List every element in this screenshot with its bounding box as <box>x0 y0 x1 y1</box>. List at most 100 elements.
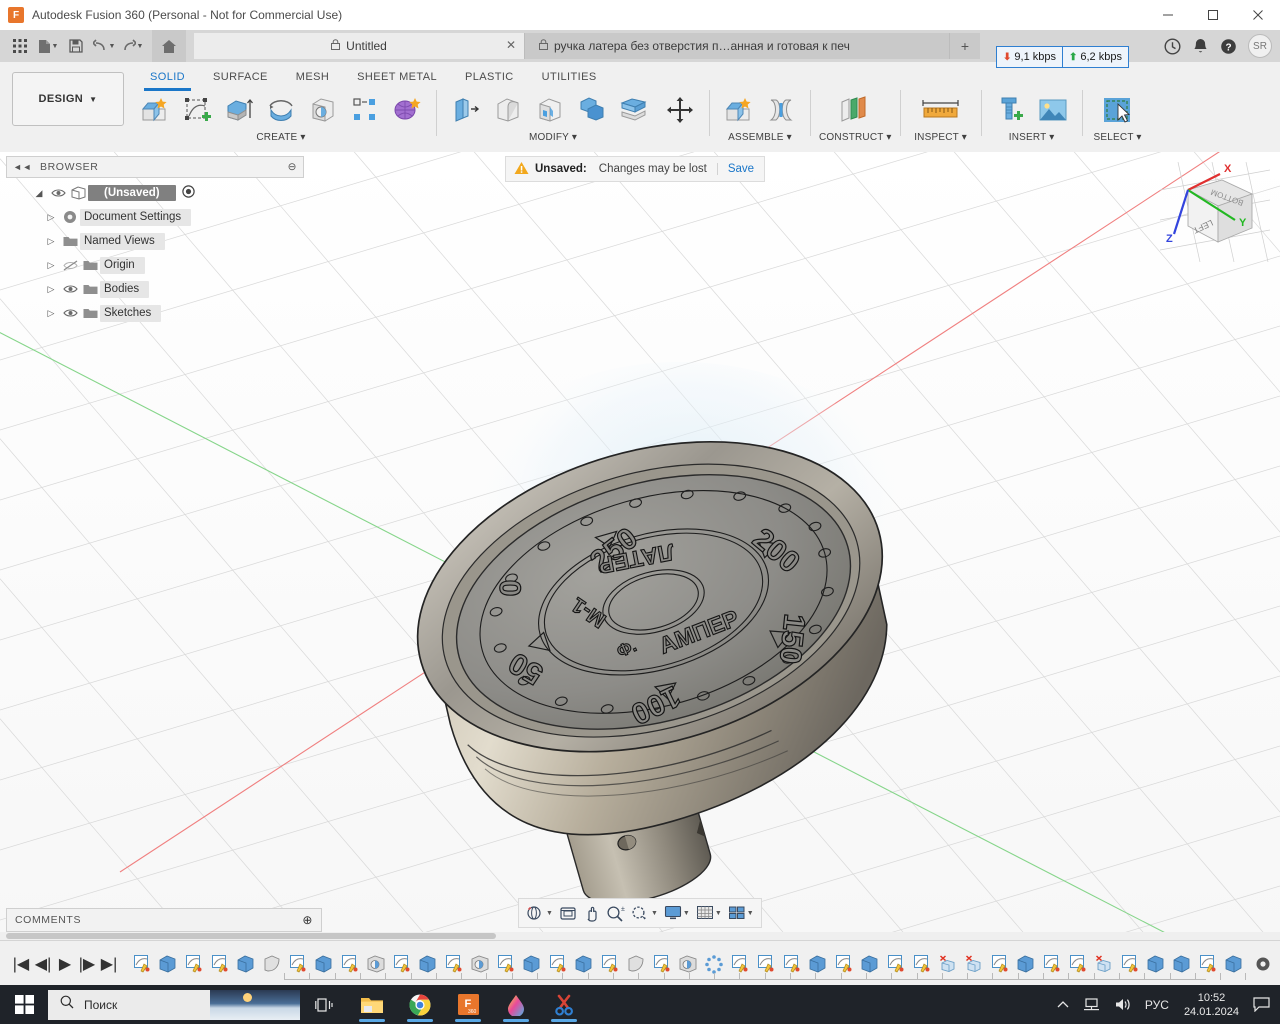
insert-mcmaster-icon[interactable] <box>990 90 1032 130</box>
timeline-feature-sketch[interactable] <box>182 951 206 977</box>
view-cube[interactable]: BOTTOM LEFT X Y Z <box>1159 161 1271 263</box>
pan-icon[interactable] <box>580 901 603 925</box>
expand-arrow-icon[interactable]: ▷ <box>42 284 60 295</box>
avatar[interactable]: SR <box>1248 34 1272 58</box>
tab-plastic[interactable]: PLASTIC <box>451 66 528 88</box>
new-component-assemble-icon[interactable] <box>718 90 760 130</box>
network-speed-widget[interactable]: ⬇ 9,1 kbps ⬆ 6,2 kbps <box>996 46 1129 68</box>
close-tab-icon[interactable]: ✕ <box>506 38 516 52</box>
language-indicator[interactable]: РУС <box>1138 998 1176 1012</box>
zoom-icon[interactable]: ± <box>603 901 628 925</box>
tree-item-document-settings[interactable]: ▷ Document Settings <box>6 205 304 229</box>
comments-panel[interactable]: COMMENTS ⊕ <box>6 908 322 932</box>
expand-arrow-icon[interactable]: ▷ <box>42 236 60 247</box>
save-link[interactable]: Save <box>718 163 764 175</box>
select-panel-label[interactable]: SELECT ▾ <box>1094 132 1142 143</box>
construct-panel-label[interactable]: CONSTRUCT ▾ <box>819 132 892 143</box>
select-icon[interactable] <box>1091 90 1145 130</box>
add-comment-icon[interactable]: ⊕ <box>302 913 313 927</box>
timeline-feature-extrude[interactable] <box>1222 951 1246 977</box>
volume-icon[interactable] <box>1107 997 1138 1012</box>
fusion360-icon[interactable]: F 360 <box>444 985 492 1024</box>
tree-item-unsaved[interactable]: ◢ (Unsaved) <box>6 181 304 205</box>
tab-solid[interactable]: SOLID <box>136 66 199 91</box>
create-panel-label[interactable]: CREATE ▾ <box>256 132 305 143</box>
tree-item-named-views[interactable]: ▷ Named Views <box>6 229 304 253</box>
activate-component-radio[interactable] <box>181 185 195 201</box>
extrude-icon[interactable] <box>218 90 260 130</box>
timeline-step-forward-button[interactable]: |▶ <box>76 950 98 978</box>
home-button[interactable] <box>152 30 186 62</box>
tab-sheet-metal[interactable]: SHEET METAL <box>343 66 451 88</box>
rectangular-pattern-icon[interactable] <box>344 90 386 130</box>
press-pull-icon[interactable] <box>445 90 487 130</box>
joint-icon[interactable] <box>760 90 802 130</box>
file-explorer-icon[interactable] <box>348 985 396 1024</box>
tab-utilities[interactable]: UTILITIES <box>528 66 611 88</box>
shell-icon[interactable] <box>529 90 571 130</box>
visibility-eye-icon[interactable] <box>48 188 68 198</box>
collapse-browser-icon[interactable]: ◄◄ <box>13 162 32 172</box>
assemble-panel-label[interactable]: ASSEMBLE ▾ <box>728 132 792 143</box>
minimize-button[interactable] <box>1145 0 1190 30</box>
browser-minimize-icon[interactable]: ⊖ <box>288 161 297 173</box>
snipping-tool-icon[interactable] <box>540 985 588 1024</box>
display-settings-icon[interactable]: ▼ <box>661 901 693 925</box>
task-view-icon[interactable] <box>300 985 348 1024</box>
expand-arrow-icon[interactable]: ◢ <box>30 188 48 199</box>
fillet-icon[interactable] <box>487 90 529 130</box>
insert-canvas-icon[interactable] <box>1032 90 1074 130</box>
timeline-begin-button[interactable]: |◀ <box>10 950 32 978</box>
google-chrome-icon[interactable] <box>396 985 444 1024</box>
timeline-settings-icon[interactable] <box>1246 956 1280 972</box>
3d-viewport[interactable]: 250 200 150 100 50 0 ЛАТЕР М-1 Ф. АМПЕР <box>0 152 1280 940</box>
action-center-icon[interactable] <box>1247 997 1280 1012</box>
grid-snaps-icon[interactable]: ▼ <box>693 901 725 925</box>
look-at-icon[interactable] <box>556 901 580 925</box>
timeline-feature-sketch[interactable] <box>208 951 232 977</box>
tray-chevron-icon[interactable] <box>1050 1000 1076 1009</box>
undo-icon[interactable]: ▼ <box>90 33 118 59</box>
visibility-eye-off-icon[interactable] <box>60 260 80 271</box>
clock[interactable]: 10:52 24.01.2024 <box>1176 991 1247 1019</box>
timeline-scrollbar[interactable] <box>0 932 1280 940</box>
visibility-eye-icon[interactable] <box>60 308 80 318</box>
network-icon[interactable] <box>1076 997 1107 1012</box>
timeline-feature-fillet[interactable] <box>260 951 284 977</box>
close-button[interactable] <box>1235 0 1280 30</box>
save-icon[interactable] <box>62 33 90 59</box>
recent-activity-icon[interactable] <box>1158 31 1186 61</box>
expand-arrow-icon[interactable]: ▷ <box>42 260 60 271</box>
paint3d-icon[interactable] <box>492 985 540 1024</box>
timeline-play-button[interactable]: ▶ <box>54 950 76 978</box>
zoom-window-icon[interactable]: ▼ <box>628 901 661 925</box>
viewports-icon[interactable]: ▼ <box>725 901 757 925</box>
hole-icon[interactable] <box>302 90 344 130</box>
modify-panel-label[interactable]: MODIFY ▾ <box>529 132 577 143</box>
timeline-end-button[interactable]: ▶| <box>98 950 120 978</box>
timeline-feature-extrude[interactable] <box>156 951 180 977</box>
tree-item-origin[interactable]: ▷ Origin <box>6 253 304 277</box>
redo-icon[interactable]: ▼ <box>118 33 146 59</box>
new-tab-button[interactable]: + <box>950 33 980 59</box>
new-component-icon[interactable] <box>134 90 176 130</box>
timeline-scrollbar-thumb[interactable] <box>6 933 496 939</box>
timeline-feature-sketch[interactable] <box>130 951 154 977</box>
design-workspace-button[interactable]: DESIGN ▼ <box>12 72 124 126</box>
orbit-icon[interactable]: ▼ <box>523 901 556 925</box>
tree-item-sketches[interactable]: ▷ Sketches <box>6 301 304 325</box>
revolve-icon[interactable] <box>260 90 302 130</box>
tab-surface[interactable]: SURFACE <box>199 66 282 88</box>
insert-panel-label[interactable]: INSERT ▾ <box>1009 132 1055 143</box>
timeline-features[interactable] <box>124 941 1246 986</box>
combine-icon[interactable] <box>571 90 613 130</box>
measure-icon[interactable] <box>909 90 973 130</box>
help-icon[interactable]: ? <box>1214 31 1242 61</box>
search-input[interactable]: Поиск <box>48 989 300 1020</box>
document-tab-untitled[interactable]: Untitled ✕ <box>194 33 525 59</box>
expand-arrow-icon[interactable]: ▷ <box>42 212 60 223</box>
move-copy-icon[interactable] <box>659 90 701 130</box>
offset-face-icon[interactable] <box>613 90 655 130</box>
new-document-icon[interactable]: ▼ <box>34 33 62 59</box>
tree-item-bodies[interactable]: ▷ Bodies <box>6 277 304 301</box>
